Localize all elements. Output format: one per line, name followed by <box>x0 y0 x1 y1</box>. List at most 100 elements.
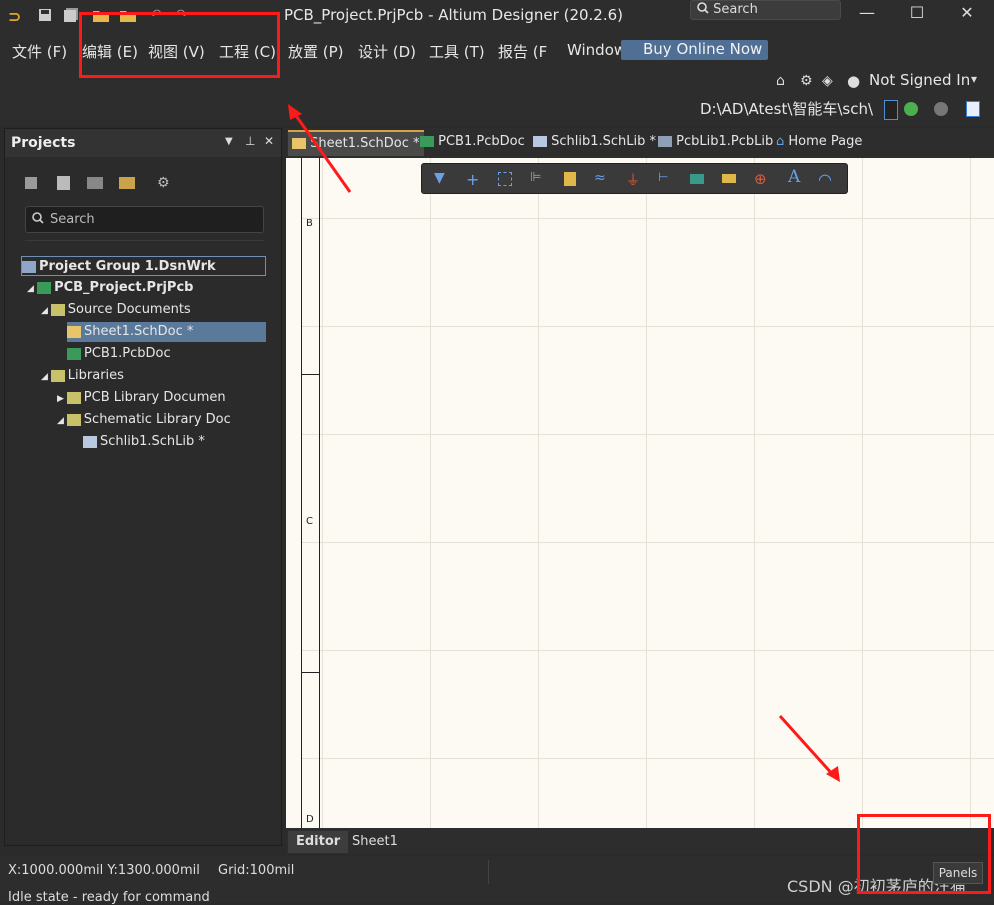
editor-area: Sheet1.SchDoc * PCB1.PcbDoc Schlib1.SchL… <box>286 128 994 854</box>
arc-icon[interactable]: ◠ <box>818 170 836 189</box>
home-icon[interactable]: ⌂ <box>776 73 785 89</box>
annotation-box-menu <box>79 12 280 78</box>
project-options-folder-icon[interactable] <box>119 177 135 189</box>
notifications-icon[interactable]: ◈ <box>822 73 833 89</box>
buy-online-button[interactable]: Buy Online Now <box>621 40 768 60</box>
tab-home-page[interactable]: ⌂ Home Page <box>776 134 862 149</box>
pcb-project-icon <box>37 281 52 294</box>
ground-icon[interactable]: ⏚ <box>626 170 644 189</box>
tree-item-pcb-project[interactable]: ◢ PCB_Project.PrjPcb <box>27 278 266 298</box>
search-icon <box>32 212 44 228</box>
component-icon[interactable] <box>564 172 576 186</box>
zone-label-c: C <box>306 516 313 527</box>
tree-item-sheet1[interactable]: Sheet1.SchDoc * <box>67 322 266 342</box>
expand-arrow-icon[interactable]: ◢ <box>57 416 67 426</box>
projects-panel: Projects ▼ ⊥ ✕ ⚙ Search Project Group 1.… <box>4 128 282 846</box>
select-rectangle-icon[interactable] <box>498 172 512 186</box>
refresh-icon[interactable] <box>966 101 980 117</box>
maximize-button[interactable]: ☐ <box>892 0 942 30</box>
sheet-symbol-icon[interactable] <box>690 174 704 184</box>
folder-icon <box>66 413 81 426</box>
tree-item-pcb-library-docs[interactable]: ▶ PCB Library Documen <box>57 388 266 408</box>
tree-item-schlib1[interactable]: Schlib1.SchLib * <box>83 432 266 452</box>
projects-search-placeholder: Search <box>50 212 95 227</box>
active-bar-toolbar: ▼ + ⊫ ≈ ⏚ ⊢ ⊕ A ◠ <box>421 163 848 194</box>
title-search-label: Search <box>713 2 758 17</box>
text-icon[interactable]: A <box>788 167 806 187</box>
zone-divider <box>301 672 320 673</box>
tab-label: Home Page <box>788 134 863 149</box>
tree-item-pcb1[interactable]: PCB1.PcbDoc <box>67 344 266 364</box>
path-input[interactable]: D:\AD\Atest\智能车\sch\ <box>700 98 873 119</box>
save-icon[interactable] <box>38 7 54 23</box>
tab-sheet1[interactable]: Sheet1 <box>344 831 406 853</box>
menu-place[interactable]: 放置 (P) <box>288 41 344 62</box>
panel-settings-icon[interactable]: ⚙ <box>157 175 170 191</box>
status-divider <box>488 860 489 884</box>
folder-icon <box>66 391 81 404</box>
title-search-input[interactable]: Search <box>690 0 841 20</box>
tab-pcblib1-pcblib[interactable]: PcbLib1.PcbLib <box>658 134 773 149</box>
tree-item-label: Schematic Library Doc <box>83 412 231 427</box>
forward-arrow-icon[interactable] <box>934 102 948 116</box>
pcblib-doc-icon <box>658 136 672 147</box>
menu-file[interactable]: 文件 (F) <box>12 41 67 62</box>
zone-divider <box>301 374 320 375</box>
align-icon[interactable]: ⊫ <box>530 170 548 188</box>
sign-in-menu[interactable]: Not Signed In <box>869 71 970 89</box>
tab-label: Schlib1.SchLib * <box>551 134 657 149</box>
menu-reports[interactable]: 报告 (F <box>498 41 547 62</box>
panel-close-icon[interactable]: ✕ <box>264 134 274 148</box>
tab-editor[interactable]: Editor <box>288 831 349 853</box>
document-tabs: Sheet1.SchDoc * PCB1.PcbDoc Schlib1.SchL… <box>286 128 994 158</box>
expand-arrow-icon[interactable]: ◢ <box>27 284 37 294</box>
folder-icon <box>50 369 65 382</box>
tree-item-source-documents[interactable]: ◢ Source Documents <box>41 300 266 320</box>
annotation-arrow-up <box>288 104 352 193</box>
chevron-down-icon[interactable]: ▾ <box>971 72 977 86</box>
directive-icon[interactable]: ⊢ <box>658 170 676 188</box>
expand-arrow-icon[interactable]: ◢ <box>41 306 51 316</box>
compile-icon[interactable] <box>57 176 70 190</box>
tree-item-libraries[interactable]: ◢ Libraries <box>41 366 266 386</box>
tab-schlib1-schlib[interactable]: Schlib1.SchLib * <box>533 134 656 149</box>
menu-window[interactable]: Window <box>567 41 626 59</box>
path-dropdown-icon[interactable] <box>884 100 898 120</box>
no-erc-icon[interactable]: ⊕ <box>754 170 772 188</box>
save-project-icon[interactable] <box>25 177 37 189</box>
zone-strip <box>286 158 320 828</box>
schematic-sheet[interactable]: B C D <box>286 158 994 828</box>
panel-menu-icon[interactable]: ▼ <box>225 136 233 147</box>
zone-label-d: D <box>306 814 314 825</box>
expand-arrow-icon[interactable]: ◢ <box>41 372 51 382</box>
minimize-button[interactable]: — <box>842 0 892 30</box>
schematic-doc-icon <box>67 325 81 338</box>
grid-size: Grid:100mil <box>218 863 295 878</box>
tab-pcb1-pcbdoc[interactable]: PCB1.PcbDoc <box>420 134 525 149</box>
schlib-doc-icon <box>83 435 97 448</box>
tree-item-label: Project Group 1.DsnWrk <box>39 259 216 274</box>
collapse-arrow-icon[interactable]: ▶ <box>57 394 67 404</box>
tab-label: PcbLib1.PcbLib <box>676 134 774 149</box>
divider <box>25 240 264 241</box>
close-button[interactable]: ✕ <box>942 0 992 30</box>
tree-item-schematic-library-docs[interactable]: ◢ Schematic Library Doc <box>57 410 266 430</box>
move-cross-icon[interactable]: + <box>466 170 484 189</box>
wire-icon[interactable]: ≈ <box>594 170 612 188</box>
menu-design[interactable]: 设计 (D) <box>358 41 416 62</box>
tree-item-project-group[interactable]: Project Group 1.DsnWrk <box>21 256 266 276</box>
save-all-icon[interactable] <box>64 7 80 23</box>
tree-item-label: Source Documents <box>67 302 191 317</box>
menu-tools[interactable]: 工具 (T) <box>429 41 485 62</box>
user-icon[interactable]: ● <box>847 72 860 90</box>
pin-icon[interactable]: ⊥ <box>245 134 255 148</box>
folder-icon <box>50 303 65 316</box>
status-message: Idle state - ready for command <box>8 890 210 905</box>
projects-search-input[interactable]: Search <box>25 206 264 233</box>
gear-icon[interactable]: ⚙ <box>800 73 813 89</box>
filter-icon[interactable]: ▼ <box>434 170 452 188</box>
close-project-icon[interactable] <box>87 177 103 189</box>
zone-label-b: B <box>306 218 313 229</box>
port-icon[interactable] <box>722 174 736 183</box>
back-arrow-icon[interactable] <box>904 102 918 116</box>
